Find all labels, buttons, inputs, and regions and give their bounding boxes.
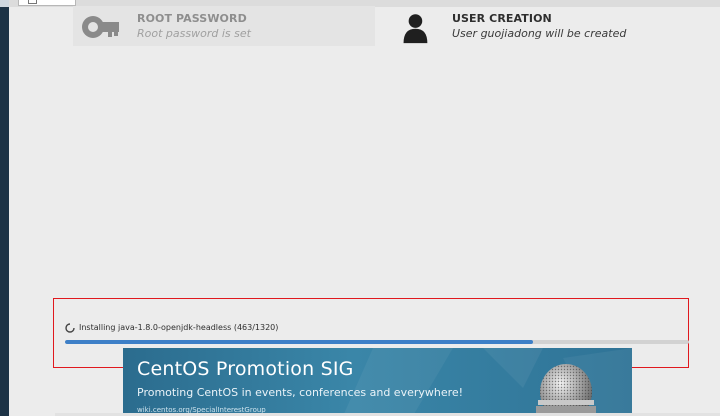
document-icon: [28, 0, 37, 4]
user-creation-spoke[interactable]: USER CREATION User guojiadong will be cr…: [393, 6, 695, 46]
install-progress-label: Installing java-1.8.0-openjdk-headless (…: [79, 323, 279, 332]
banner-title: CentOS Promotion SIG: [137, 358, 354, 380]
install-progress-fill: [65, 340, 533, 344]
banner-subtitle: Promoting CentOS in events, conferences …: [137, 386, 464, 399]
spinner-icon: [65, 323, 75, 333]
install-progress-bar: [65, 340, 689, 344]
user-icon: [403, 14, 428, 44]
promo-banner: CentOS Promotion SIG Promoting CentOS in…: [123, 348, 632, 416]
root-password-spoke[interactable]: ROOT PASSWORD Root password is set: [73, 6, 375, 46]
user-creation-status: User guojiadong will be created: [452, 27, 627, 40]
root-password-status: Root password is set: [137, 27, 251, 40]
left-sidebar-rail: [0, 0, 9, 416]
key-icon: [82, 16, 119, 38]
window-tab[interactable]: [18, 0, 76, 6]
microphone-icon: [536, 364, 596, 416]
user-creation-title: USER CREATION: [452, 12, 552, 25]
root-password-title: ROOT PASSWORD: [137, 12, 247, 25]
left-rail-cap: [0, 0, 9, 7]
